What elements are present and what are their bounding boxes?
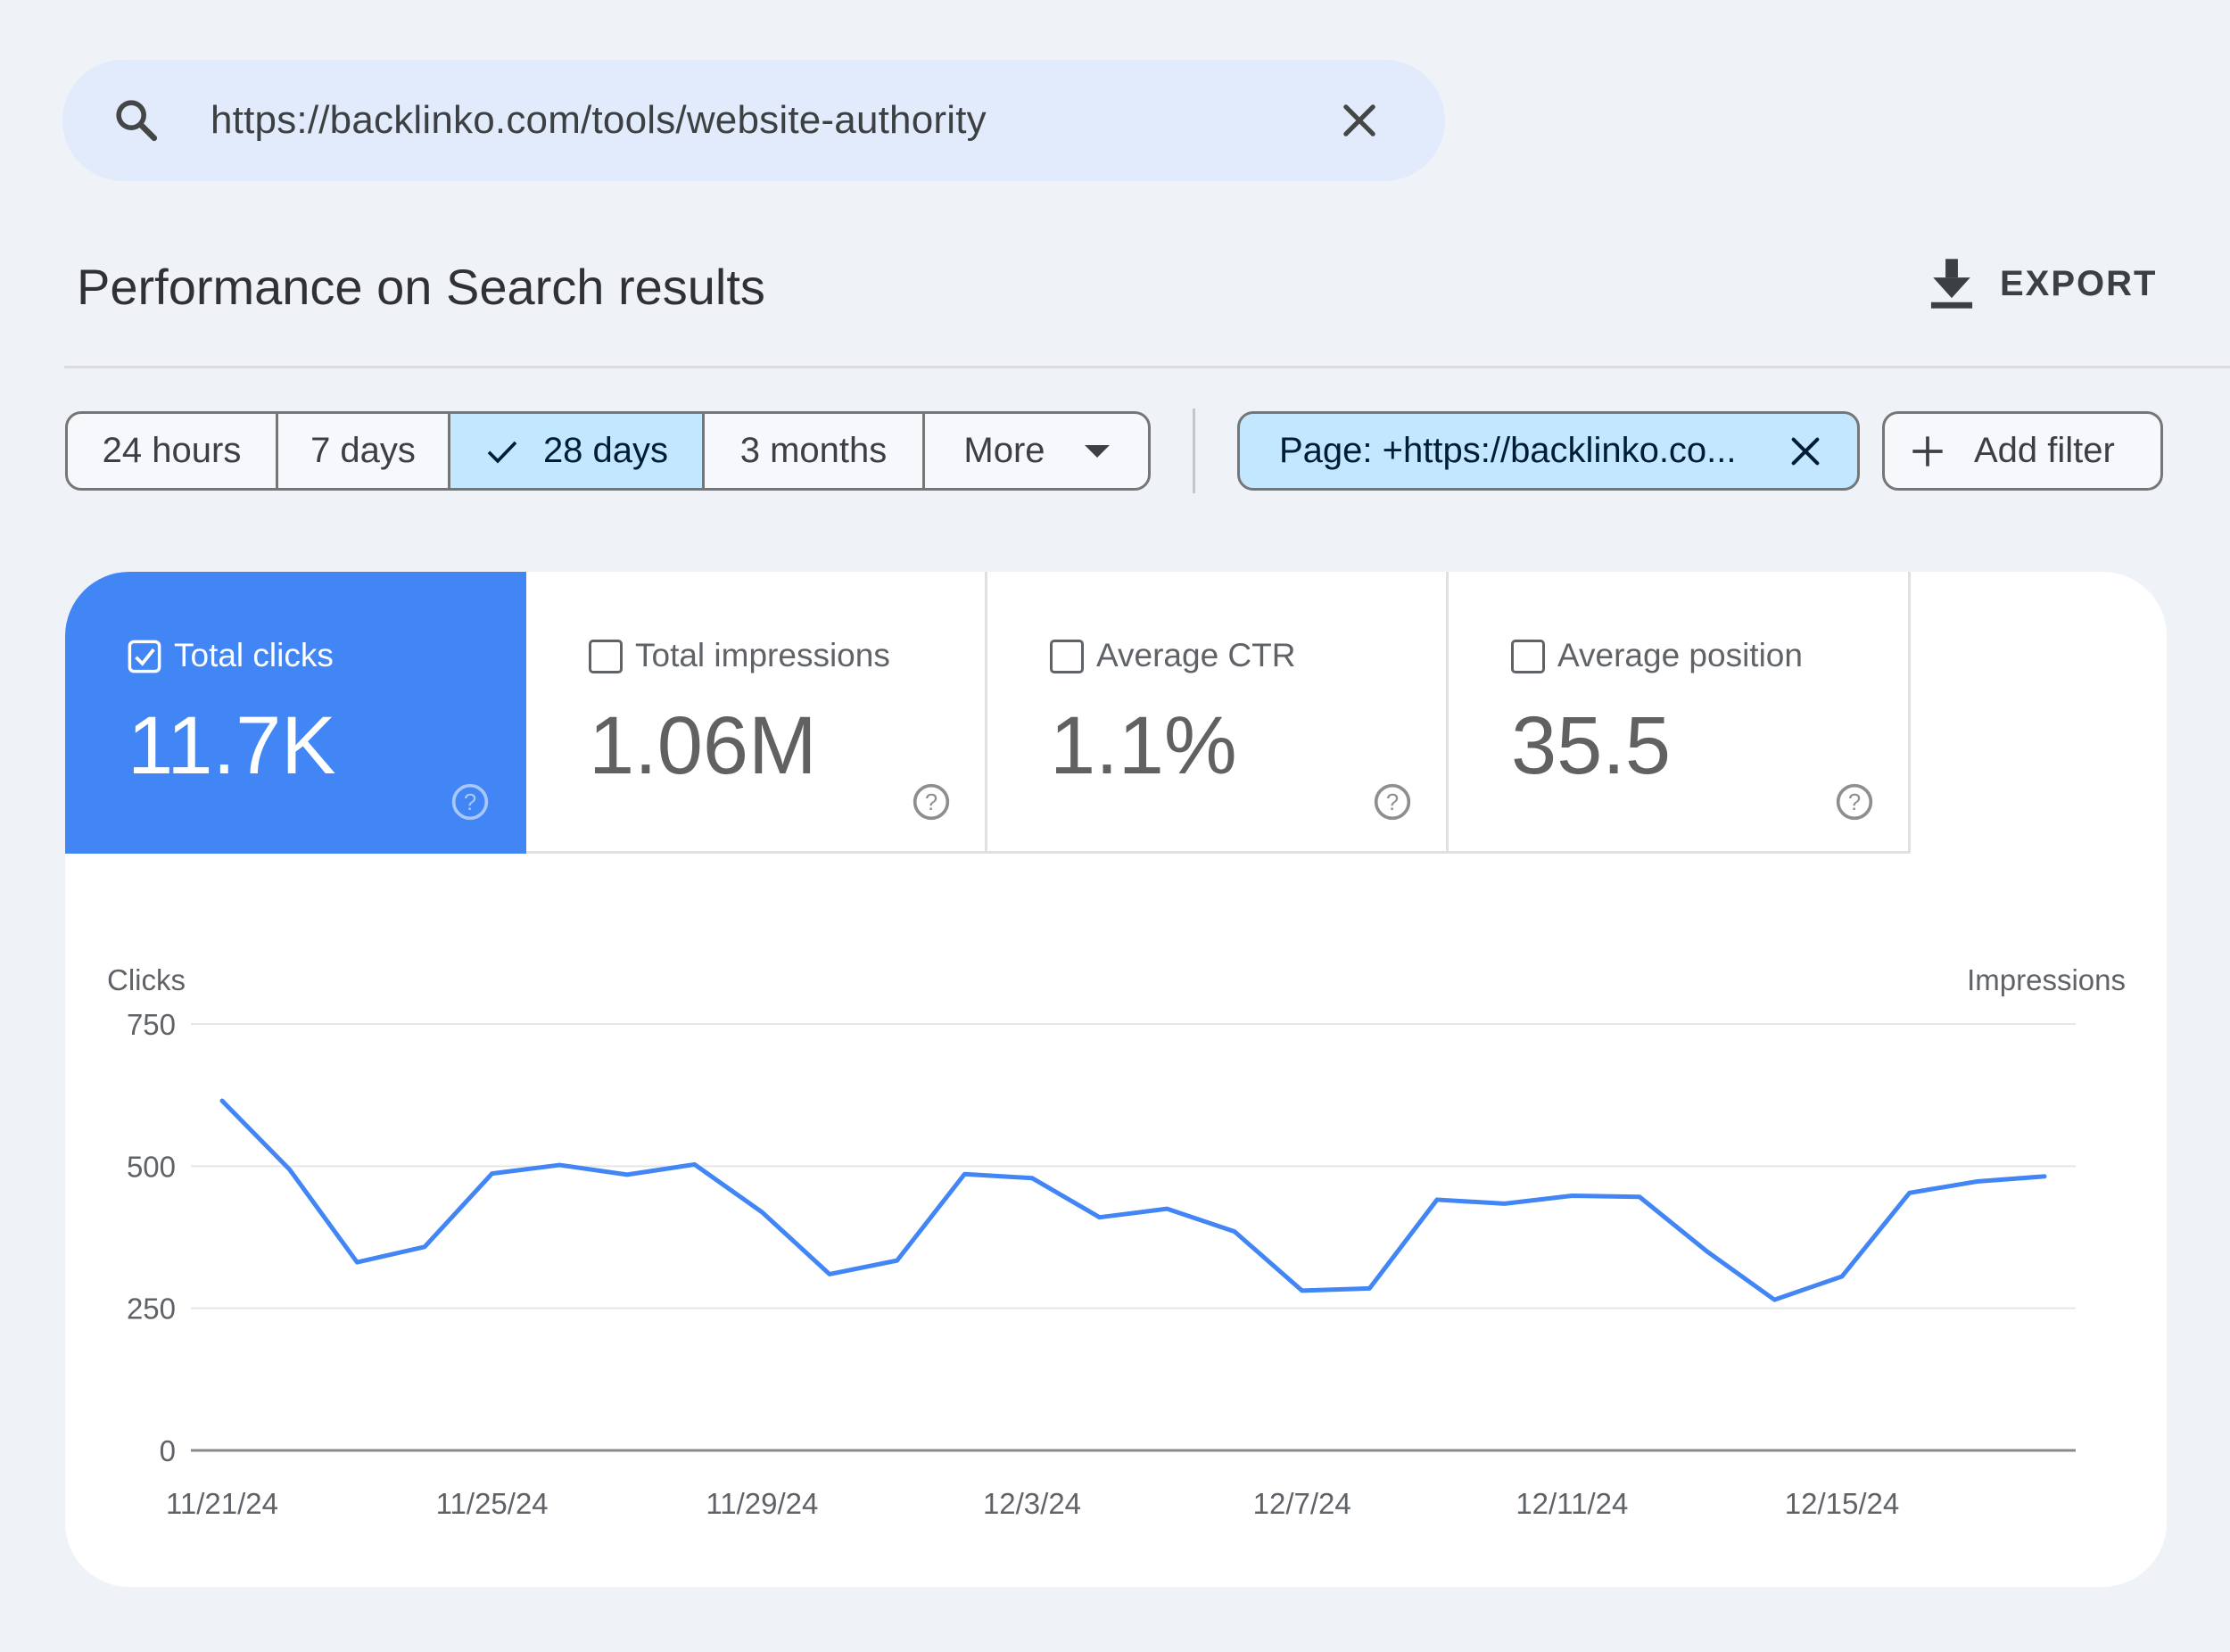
- range-7-days[interactable]: 7 days: [278, 414, 450, 488]
- data-point[interactable]: [550, 1156, 568, 1174]
- data-point[interactable]: [1091, 1209, 1109, 1227]
- data-point[interactable]: [1428, 1191, 1446, 1209]
- plus-icon: [1912, 435, 1943, 467]
- x-tick-label: 12/15/24: [1785, 1487, 1899, 1520]
- y-tick-label: 500: [127, 1150, 176, 1183]
- range-more-dropdown[interactable]: More: [925, 414, 1148, 488]
- dropdown-caret-icon: [1084, 444, 1110, 458]
- page-filter-label: Page: +https://backlinko.co...: [1279, 431, 1737, 470]
- range-label: 28 days: [542, 431, 669, 470]
- y-axis-label-left: Clicks: [107, 963, 186, 996]
- data-point[interactable]: [888, 1251, 906, 1269]
- x-tick-label: 11/21/24: [166, 1487, 278, 1520]
- performance-card: Total clicks 11.7K ? Total impressions 1…: [65, 572, 2167, 1587]
- data-point[interactable]: [1360, 1279, 1378, 1297]
- data-point[interactable]: [1158, 1200, 1176, 1218]
- data-point[interactable]: [348, 1253, 366, 1271]
- data-point[interactable]: [1631, 1188, 1648, 1206]
- add-filter-button[interactable]: Add filter: [1882, 411, 2163, 491]
- page-title: Performance on Search results: [77, 259, 765, 315]
- range-24-hours[interactable]: 24 hours: [68, 414, 278, 488]
- data-point[interactable]: [821, 1265, 838, 1283]
- toolbar-separator: [1193, 409, 1195, 493]
- range-label: 24 hours: [102, 431, 242, 470]
- x-tick-label: 12/7/24: [1253, 1487, 1351, 1520]
- data-point[interactable]: [1968, 1173, 1986, 1191]
- x-tick-label: 12/3/24: [983, 1487, 1081, 1520]
- data-point[interactable]: [281, 1161, 299, 1178]
- data-point[interactable]: [483, 1165, 501, 1183]
- clicks-line-chart: Clicks Impressions 750 500 250 0 11/21/24 11…: [107, 963, 2126, 1520]
- range-label: More: [963, 431, 1045, 470]
- data-point[interactable]: [753, 1203, 771, 1221]
- data-point[interactable]: [1496, 1194, 1514, 1212]
- search-input[interactable]: https://backlinko.com/tools/website-auth…: [211, 60, 987, 181]
- close-icon[interactable]: [1336, 97, 1383, 144]
- data-point[interactable]: [1765, 1291, 1783, 1309]
- download-icon: [1930, 259, 1973, 309]
- y-axis-label-right: Impressions: [1967, 963, 2126, 996]
- data-point[interactable]: [1293, 1282, 1311, 1300]
- data-point[interactable]: [416, 1238, 434, 1256]
- data-point[interactable]: [1698, 1243, 1716, 1260]
- data-point[interactable]: [1901, 1184, 1919, 1202]
- x-tick-label: 11/29/24: [706, 1487, 818, 1520]
- range-28-days[interactable]: 28 days: [450, 414, 705, 488]
- y-tick-label: 0: [160, 1434, 176, 1467]
- date-range-selector: 24 hours 7 days 28 days 3 months More: [65, 411, 1151, 491]
- page-filter-chip[interactable]: Page: +https://backlinko.co...: [1237, 411, 1860, 491]
- search-bar[interactable]: https://backlinko.com/tools/website-auth…: [62, 60, 1445, 181]
- data-point[interactable]: [686, 1155, 704, 1173]
- data-point[interactable]: [1023, 1169, 1041, 1187]
- y-tick-label: 250: [127, 1293, 176, 1326]
- check-icon: [487, 441, 517, 463]
- search-icon[interactable]: [112, 95, 161, 145]
- range-3-months[interactable]: 3 months: [705, 414, 925, 488]
- x-tick-label: 11/25/24: [436, 1487, 549, 1520]
- data-point[interactable]: [1833, 1268, 1851, 1285]
- header-divider: [64, 366, 2230, 368]
- y-tick-label: 750: [127, 1008, 176, 1041]
- data-point[interactable]: [2036, 1168, 2053, 1185]
- add-filter-label: Add filter: [1974, 431, 2115, 470]
- export-button[interactable]: EXPORT: [1927, 252, 2157, 316]
- close-icon[interactable]: [1788, 434, 1823, 469]
- data-point[interactable]: [1563, 1186, 1581, 1204]
- data-point[interactable]: [955, 1165, 973, 1183]
- data-point[interactable]: [618, 1166, 636, 1184]
- data-point[interactable]: [1226, 1223, 1243, 1241]
- series-line-clicks[interactable]: [219, 1098, 2047, 1302]
- range-label: 3 months: [739, 431, 888, 470]
- range-label: 7 days: [310, 431, 416, 470]
- export-label: EXPORT: [2000, 263, 2158, 303]
- data-point[interactable]: [213, 1092, 231, 1110]
- x-tick-label: 12/11/24: [1516, 1487, 1628, 1520]
